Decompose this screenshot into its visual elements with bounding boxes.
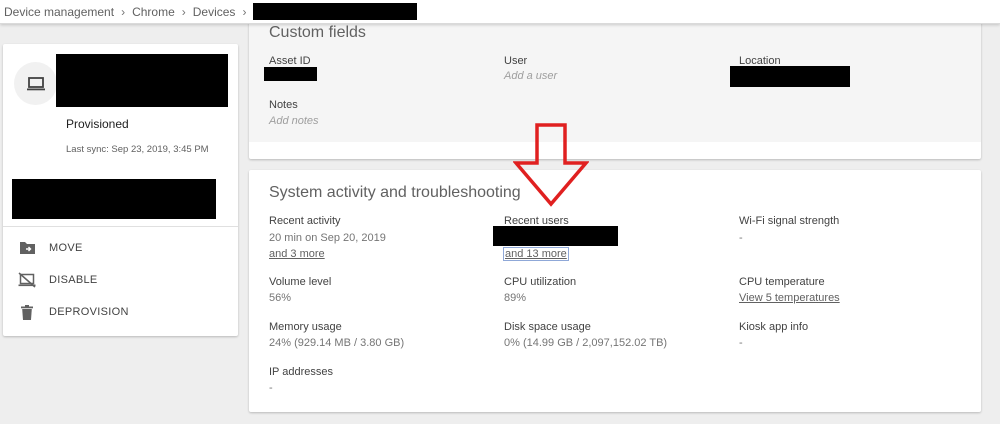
- ip-addresses-value: -: [269, 382, 273, 394]
- notes-field[interactable]: Add notes: [269, 115, 319, 127]
- disable-device-icon: [18, 271, 36, 289]
- custom-fields-editor: Custom fields Asset ID User Add a user L…: [249, 14, 981, 142]
- disable-button[interactable]: DISABLE: [3, 266, 238, 294]
- breadcrumb-device-management[interactable]: Device management: [4, 5, 114, 19]
- system-activity-card: System activity and troubleshooting Rece…: [249, 170, 981, 412]
- redacted-asset-id: [264, 67, 317, 81]
- breadcrumb-devices[interactable]: Devices: [193, 5, 236, 19]
- view-temperatures-link[interactable]: View 5 temperatures: [739, 292, 840, 304]
- redacted-device-name-breadcrumb: [253, 3, 418, 20]
- recent-activity-value: 20 min on Sep 20, 2019: [269, 232, 386, 244]
- user-label: User: [504, 55, 528, 67]
- chevron-right-icon: ›: [121, 4, 126, 19]
- memory-usage-value: 24% (929.14 MB / 3.80 GB): [269, 337, 405, 349]
- redacted-location: [730, 66, 850, 87]
- redacted-device-info: [12, 179, 216, 219]
- kiosk-app-label: Kiosk app info: [739, 321, 809, 333]
- breadcrumb-chrome[interactable]: Chrome: [132, 5, 175, 19]
- disable-label: DISABLE: [49, 274, 98, 286]
- disk-space-value: 0% (14.99 GB / 2,097,152.02 TB): [504, 337, 668, 349]
- asset-id-label: Asset ID: [269, 55, 311, 67]
- cpu-utilization-label: CPU utilization: [504, 276, 577, 288]
- recent-activity-more-link[interactable]: and 3 more: [269, 248, 325, 260]
- deprovision-button[interactable]: DEPROVISION: [3, 298, 238, 326]
- volume-level-value: 56%: [269, 292, 292, 304]
- last-sync-text: Last sync: Sep 23, 2019, 3:45 PM: [66, 144, 209, 155]
- device-summary-card: Provisioned Last sync: Sep 23, 2019, 3:4…: [3, 44, 238, 336]
- cpu-temperature-label: CPU temperature: [739, 276, 825, 288]
- deprovision-label: DEPROVISION: [49, 306, 129, 318]
- ip-addresses-label: IP addresses: [269, 366, 334, 378]
- divider: [3, 226, 238, 227]
- volume-level-label: Volume level: [269, 276, 332, 288]
- wifi-signal-value: -: [739, 232, 743, 244]
- laptop-icon: [14, 62, 57, 105]
- device-status: Provisioned: [66, 117, 129, 131]
- disk-space-label: Disk space usage: [504, 321, 591, 333]
- memory-usage-label: Memory usage: [269, 321, 342, 333]
- notes-label: Notes: [269, 99, 298, 111]
- system-activity-title: System activity and troubleshooting: [269, 184, 521, 201]
- chevron-right-icon: ›: [242, 4, 247, 19]
- trash-icon: [18, 303, 36, 321]
- redacted-device-name: [56, 54, 228, 107]
- custom-fields-card: Custom fields Asset ID User Add a user L…: [249, 14, 981, 159]
- recent-users-more-link[interactable]: and 13 more: [503, 247, 569, 261]
- move-button[interactable]: MOVE: [3, 234, 238, 262]
- custom-fields-title: Custom fields: [269, 24, 366, 41]
- cpu-utilization-value: 89%: [504, 292, 527, 304]
- red-down-arrow-annotation: [513, 123, 589, 207]
- move-label: MOVE: [49, 242, 83, 254]
- move-to-folder-icon: [18, 239, 36, 257]
- breadcrumb: Device management › Chrome › Devices ›: [0, 0, 1000, 24]
- kiosk-app-value: -: [739, 337, 743, 349]
- wifi-signal-label: Wi-Fi signal strength: [739, 215, 840, 227]
- recent-activity-label: Recent activity: [269, 215, 341, 227]
- chevron-right-icon: ›: [181, 4, 186, 19]
- user-field[interactable]: Add a user: [504, 70, 557, 82]
- redacted-recent-users: [493, 226, 618, 246]
